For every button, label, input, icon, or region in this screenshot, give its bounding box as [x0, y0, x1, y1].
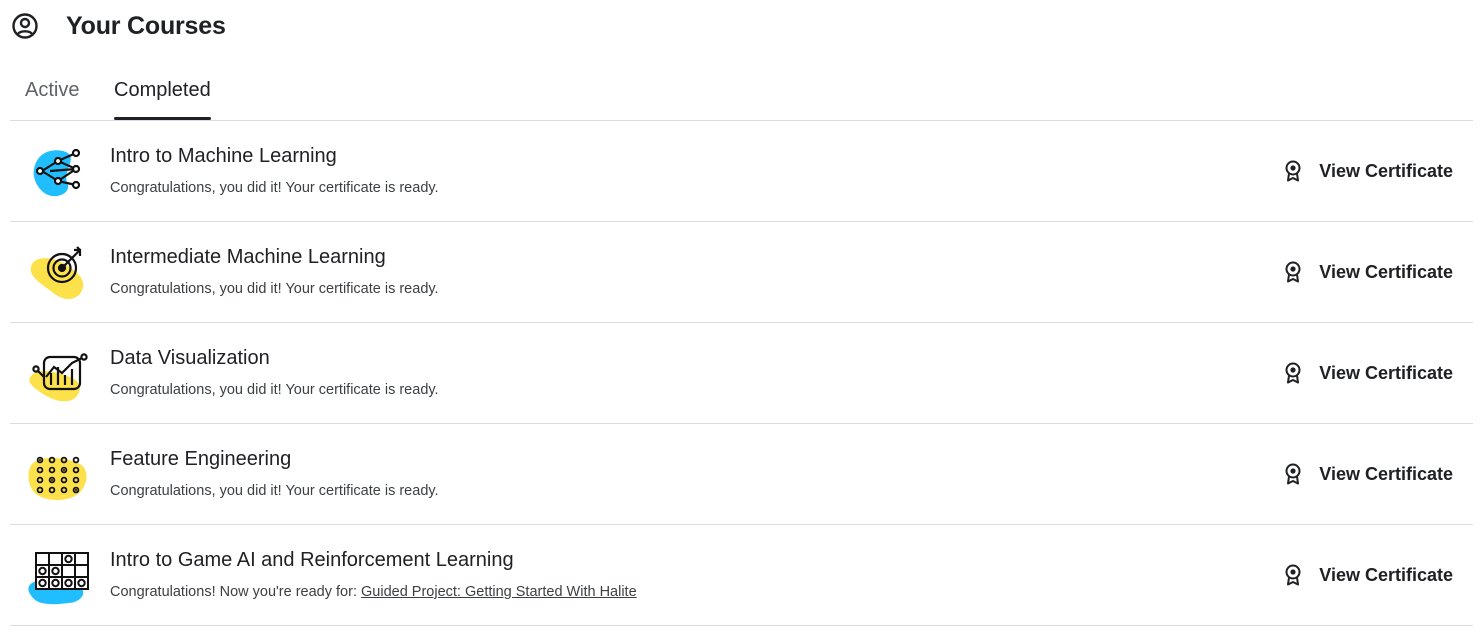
course-title[interactable]: Feature Engineering — [110, 448, 291, 471]
target-arrow-icon — [30, 246, 84, 300]
course-title[interactable]: Intermediate Machine Learning — [110, 246, 386, 269]
certificate-badge-icon — [1285, 463, 1301, 485]
certificate-badge-icon — [1285, 362, 1301, 384]
page-title: Your Courses — [66, 11, 226, 40]
certificate-badge-icon — [1285, 160, 1301, 182]
view-certificate-button[interactable]: View Certificate — [1284, 259, 1453, 285]
page-header: Your Courses — [10, 8, 226, 44]
view-certificate-label: View Certificate — [1319, 564, 1453, 585]
course-list: Intro to Machine Learning Congratulation… — [10, 121, 1473, 626]
course-row: Data Visualization Congratulations, you … — [10, 323, 1473, 424]
course-subtitle: Congratulations! Now you're ready for: G… — [110, 584, 637, 600]
view-certificate-label: View Certificate — [1319, 160, 1453, 181]
game-board-icon — [28, 552, 89, 605]
course-title[interactable]: Intro to Game AI and Reinforcement Learn… — [110, 549, 514, 572]
certificate-badge-icon — [1285, 261, 1301, 283]
view-certificate-label: View Certificate — [1319, 261, 1453, 282]
course-row: Intro to Machine Learning Congratulation… — [10, 121, 1473, 222]
bar-chart-icon — [29, 353, 88, 402]
view-certificate-button[interactable]: View Certificate — [1284, 461, 1453, 487]
course-subtitle: Congratulations, you did it! Your certif… — [110, 483, 439, 499]
course-subtitle-prefix: Congratulations! Now you're ready for: — [110, 584, 362, 600]
course-row: Intermediate Machine Learning Congratula… — [10, 222, 1473, 323]
course-row: Feature Engineering Congratulations, you… — [10, 424, 1473, 525]
course-subtitle: Congratulations, you did it! Your certif… — [110, 180, 439, 196]
view-certificate-label: View Certificate — [1319, 463, 1453, 484]
certificate-badge-icon — [1285, 564, 1301, 586]
course-subtitle: Congratulations, you did it! Your certif… — [110, 382, 439, 398]
network-nodes-icon — [33, 148, 81, 197]
view-certificate-button[interactable]: View Certificate — [1284, 562, 1453, 588]
view-certificate-button[interactable]: View Certificate — [1284, 158, 1453, 184]
course-subtitle: Congratulations, you did it! Your certif… — [110, 281, 439, 297]
course-title[interactable]: Intro to Machine Learning — [110, 145, 337, 168]
view-certificate-button[interactable]: View Certificate — [1284, 360, 1453, 386]
dot-grid-icon — [28, 456, 87, 500]
tab-completed[interactable]: Completed — [114, 70, 211, 120]
user-circle-icon[interactable] — [10, 11, 40, 41]
tab-active[interactable]: Active — [25, 70, 79, 120]
course-row: Intro to Game AI and Reinforcement Learn… — [10, 525, 1473, 626]
view-certificate-label: View Certificate — [1319, 362, 1453, 383]
course-tabs: Active Completed — [10, 70, 1473, 121]
course-title[interactable]: Data Visualization — [110, 347, 270, 370]
guided-project-link[interactable]: Guided Project: Getting Started With Hal… — [361, 584, 637, 600]
